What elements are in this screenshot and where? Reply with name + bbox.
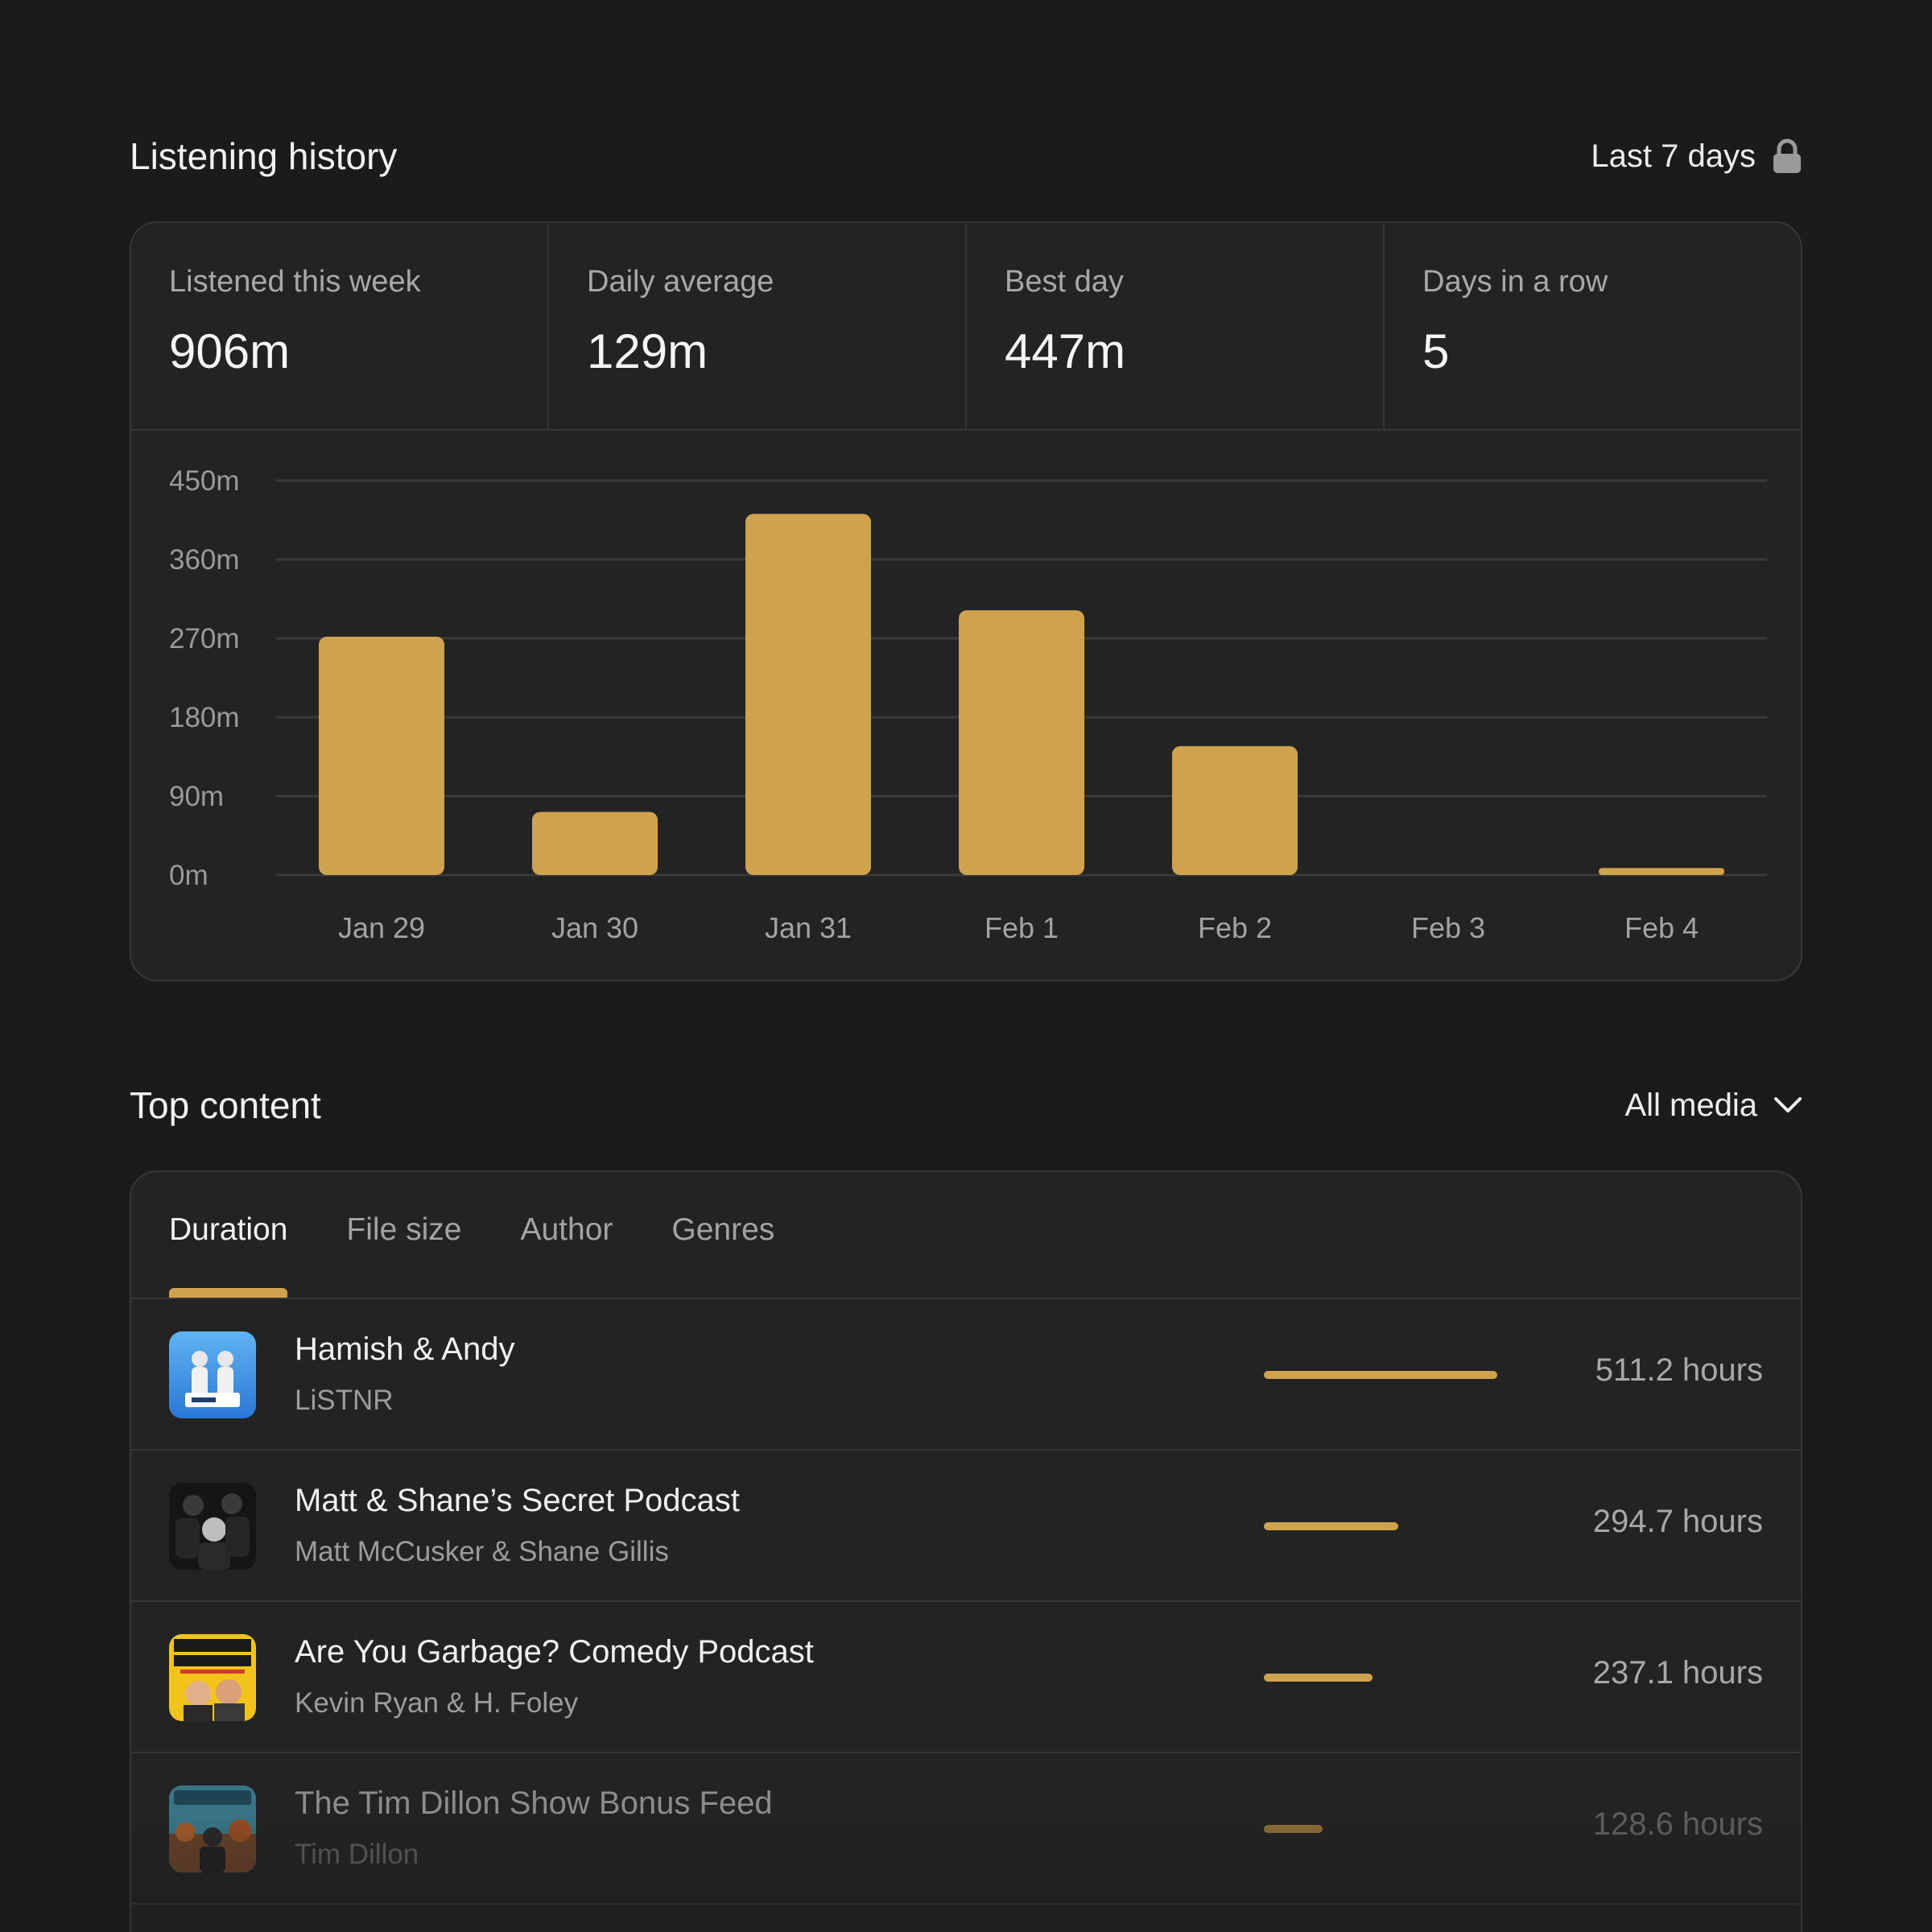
x-tick-label: Feb 3 <box>1411 911 1485 944</box>
are-you-garbage-art <box>169 1634 256 1721</box>
listening-history-title: Listening history <box>130 135 398 177</box>
podcast-artwork <box>169 1634 256 1721</box>
stats-row: Listened this week 906m Daily average 12… <box>131 223 1801 431</box>
chart-bar[interactable] <box>959 610 1084 875</box>
list-item[interactable]: Matt & Shane’s Secret Podcast Matt McCus… <box>131 1451 1801 1602</box>
list-item[interactable]: Are You Garbage? Comedy Podcast Kevin Ry… <box>131 1602 1801 1753</box>
chart-bar[interactable] <box>532 811 658 875</box>
lock-icon <box>1773 138 1801 173</box>
duration-bar-fill <box>1264 1674 1373 1682</box>
stat-listened-this-week: Listened this week 906m <box>131 223 549 429</box>
stat-label: Best day <box>1005 265 1124 299</box>
stat-days-in-a-row: Days in a row 5 <box>1385 223 1801 429</box>
stat-label: Listened this week <box>169 265 421 299</box>
y-tick-label: 0m <box>169 860 208 891</box>
stat-value: 447m <box>1005 324 1126 378</box>
chart-bar[interactable] <box>745 514 871 875</box>
tab-duration[interactable]: Duration <box>169 1172 288 1298</box>
x-tick-label: Jan 31 <box>765 911 852 944</box>
date-range-selector[interactable]: Last 7 days <box>1591 138 1802 175</box>
chart-bar[interactable] <box>319 636 444 875</box>
listening-history-header: Listening history Last 7 days <box>130 124 1802 188</box>
stat-value: 5 <box>1422 324 1450 378</box>
tim-dillon-art <box>169 1785 256 1872</box>
duration-bar-fill <box>1264 1371 1497 1379</box>
date-range-label: Last 7 days <box>1591 138 1756 174</box>
y-tick-label: 450m <box>169 465 240 497</box>
item-title: Hamish & Andy <box>295 1331 515 1367</box>
list-item[interactable]: Hamish & Andy LiSTNR 511.2 hours <box>131 1299 1801 1451</box>
item-duration: 128.6 hours <box>1592 1806 1763 1842</box>
duration-bar-fill <box>1264 1522 1399 1530</box>
tab-file-size[interactable]: File size <box>346 1172 461 1298</box>
duration-bar <box>1264 1371 1497 1379</box>
chart-bar[interactable] <box>1599 868 1724 875</box>
stat-value: 906m <box>169 324 291 378</box>
duration-bar <box>1264 1825 1497 1833</box>
item-duration: 237.1 hours <box>1592 1655 1763 1690</box>
y-tick-label: 180m <box>169 702 240 733</box>
item-title: Are You Garbage? Comedy Podcast <box>295 1634 814 1670</box>
x-tick-label: Feb 1 <box>985 911 1059 944</box>
tab-genres[interactable]: Genres <box>671 1172 774 1298</box>
top-content-card: Duration File size Author Genres Hamish … <box>130 1170 1802 1932</box>
item-duration: 511.2 hours <box>1595 1352 1763 1388</box>
bar-chart: 0m 90m 180m 270m 360m 450m Jan 29 Jan 30 Jan 31 F… <box>169 465 1767 944</box>
x-tick-label: Jan 29 <box>338 911 425 944</box>
chevron-down-icon <box>1774 1097 1802 1113</box>
hamish-andy-art <box>169 1331 256 1418</box>
media-filter-dropdown[interactable]: All media <box>1624 1088 1802 1124</box>
media-filter-label: All media <box>1624 1087 1757 1123</box>
item-author: Kevin Ryan & H. Foley <box>295 1687 579 1719</box>
stat-label: Days in a row <box>1422 265 1608 299</box>
item-duration: 294.7 hours <box>1592 1504 1763 1539</box>
listening-history-card: Listened this week 906m Daily average 12… <box>130 221 1802 981</box>
item-author: Tim Dillon <box>295 1839 419 1870</box>
duration-bar <box>1264 1522 1497 1530</box>
chart-bar[interactable] <box>1172 745 1298 875</box>
podcast-artwork <box>169 1483 256 1570</box>
listening-chart: 0m 90m 180m 270m 360m 450m Jan 29 Jan 30 Jan 31 F… <box>131 431 1801 978</box>
stats-page: Listening history Last 7 days Listened t… <box>0 0 1932 1932</box>
duration-bar <box>1264 1674 1497 1682</box>
y-tick-label: 90m <box>169 781 224 812</box>
stat-value: 129m <box>587 324 708 378</box>
item-author: LiSTNR <box>295 1385 394 1416</box>
item-title: Matt & Shane’s Secret Podcast <box>295 1483 740 1518</box>
item-title: The Tim Dillon Show Bonus Feed <box>295 1785 773 1821</box>
top-content-tabs: Duration File size Author Genres <box>131 1172 1801 1299</box>
podcast-artwork <box>169 1331 256 1418</box>
stat-label: Daily average <box>587 265 774 299</box>
x-tick-label: Feb 2 <box>1198 911 1272 944</box>
list-item[interactable]: The Tim Dillon Show Bonus Feed Tim Dillo… <box>131 1753 1801 1905</box>
tab-author[interactable]: Author <box>520 1172 613 1298</box>
stat-daily-average: Daily average 129m <box>549 223 967 429</box>
x-tick-label: Feb 4 <box>1624 911 1699 944</box>
y-tick-label: 270m <box>169 623 240 654</box>
top-content-header: Top content All media <box>130 1073 1802 1137</box>
item-author: Matt McCusker & Shane Gillis <box>295 1536 669 1567</box>
y-tick-label: 360m <box>169 544 240 576</box>
secret-podcast-art <box>169 1483 256 1570</box>
x-tick-label: Jan 30 <box>551 911 638 944</box>
top-content-title: Top content <box>130 1084 321 1126</box>
stat-best-day: Best day 447m <box>967 223 1385 429</box>
duration-bar-fill <box>1264 1825 1323 1833</box>
podcast-artwork <box>169 1785 256 1872</box>
